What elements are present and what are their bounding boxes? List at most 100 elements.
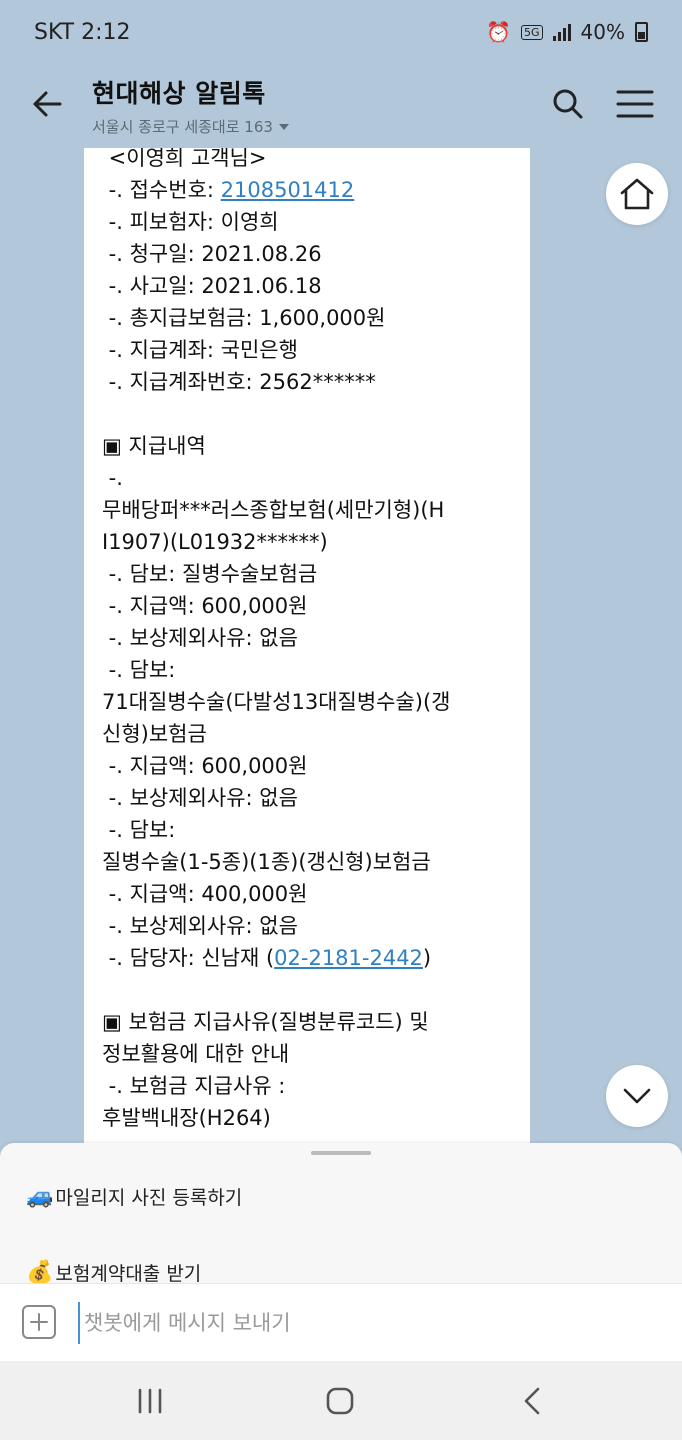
message-line: -. 접수번호: 2108501412 [102,174,520,206]
message-text: -. [102,466,123,490]
chat-header: 현대해상 알림톡 서울시 종로구 세종대로 163 [0,64,682,148]
message-line: -. 총지급보험금: 1,600,000원 [102,302,520,334]
home-button[interactable] [606,163,668,225]
system-nav-bar [0,1361,682,1440]
message-line: -. 피보험자: 이영희 [102,206,520,238]
status-icons: ⏰ 5G 40% [486,20,648,44]
battery-icon [635,22,648,42]
message-line: -. 지급액: 400,000원 [102,878,520,910]
alarm-icon: ⏰ [486,20,512,44]
message-text: <이영희 고객님> [102,148,267,170]
message-line: 질병수술(1-5종)(1종)(갱신형)보험금 [102,846,520,878]
back-button[interactable] [28,84,68,124]
message-line: 후발백내장(H264) [102,1102,520,1134]
drag-handle[interactable] [311,1151,371,1155]
carrier-time: SKT 2:12 [34,19,131,45]
message-line: -. 청구일: 2021.08.26 [102,238,520,270]
message-text: -. 청구일: 2021.08.26 [102,242,322,266]
message-input[interactable] [78,1302,646,1344]
message-text: -. 담보: 질병수술보험금 [102,562,318,586]
message-text: I1907)(L01932******) [102,530,328,554]
message-text: -. 지급액: 600,000원 [102,594,308,618]
message-line: -. 보상제외사유: 없음 [102,910,520,942]
arrow-left-icon [33,91,62,117]
message-text: -. 총지급보험금: 1,600,000원 [102,306,386,330]
message-line: -. [102,462,520,494]
message-text: -. 지급액: 600,000원 [102,754,308,778]
message-line: 무배당퍼***러스종합보험(세만기형)(H [102,494,520,526]
message-line: -. 보상제외사유: 없음 [102,782,520,814]
title-block: 현대해상 알림톡 서울시 종로구 세종대로 163 [92,74,289,137]
message-line [102,398,520,430]
menu-button[interactable] [615,88,655,120]
message-line: 신형)보험금 [102,718,520,750]
message-link[interactable]: 2108501412 [221,178,355,202]
message-line: -. 지급액: 600,000원 [102,590,520,622]
message-line: -. 지급액: 600,000원 [102,750,520,782]
message-text: ▣ 보험금 지급사유(질병분류코드) 및 [102,1010,429,1034]
message-text: -. 지급계좌번호: 2562****** [102,370,376,394]
message-text: -. 보상제외사유: 없음 [102,914,298,938]
message-text: 정보활용에 대한 안내 [102,1042,290,1066]
quick-item-policy-loan[interactable]: 💰 보험계약대출 받기 [26,1259,201,1283]
chat-title: 현대해상 알림톡 [92,79,266,108]
message-text: -. 접수번호: [102,178,221,202]
home-nav-button[interactable] [320,1383,360,1419]
address-text: 서울시 종로구 세종대로 163 [92,118,273,136]
money-bag-icon: 💰 [26,1260,54,1283]
message-line: -. 담당자: 신남재 (02-2181-2442) [102,942,520,974]
message-line: -. 보험금 지급사유 : [102,1070,520,1102]
message-link[interactable]: 02-2181-2442 [274,946,423,970]
message-line: 정보활용에 대한 안내 [102,1038,520,1070]
back-nav-button[interactable] [512,1383,552,1419]
signal-icon [552,23,571,41]
battery-percent: 40% [580,20,625,44]
message-line: -. 지급계좌번호: 2562****** [102,366,520,398]
chat-subtitle[interactable]: 서울시 종로구 세종대로 163 [92,116,289,137]
quick-item-label: 보험계약대출 받기 [55,1263,202,1283]
message-line: -. 지급계좌: 국민은행 [102,334,520,366]
search-button[interactable] [550,86,586,122]
hamburger-icon [616,90,654,118]
quick-item-mileage-photo[interactable]: 🚙 마일리지 사진 등록하기 [26,1183,242,1210]
message-line: -. 사고일: 2021.06.18 [102,270,520,302]
message-text: -. 보상제외사유: 없음 [102,626,298,650]
recent-apps-button[interactable] [130,1383,170,1419]
message-text: -. 보험금 지급사유 : [102,1074,286,1098]
search-icon [553,89,583,119]
message-line: -. 담보: [102,814,520,846]
message-text: 질병수술(1-5종)(1종)(갱신형)보험금 [102,850,431,874]
message-text: ) [422,946,432,970]
chevron-down-icon [623,1088,651,1104]
message-text: -. 지급액: 400,000원 [102,882,308,906]
message-line: -. 담보: [102,654,520,686]
status-bar: SKT 2:12 ⏰ 5G 40% [0,0,682,64]
message-line [102,974,520,1006]
message-text: -. 지급계좌: 국민은행 [102,338,298,362]
message-text: -. 피보험자: 이영희 [102,210,279,234]
home-icon [620,178,654,210]
attach-button[interactable] [22,1305,56,1339]
message-text: -. 보상제외사유: 없음 [102,786,298,810]
message-text: -. 담보: [102,818,176,842]
message-bubble: <이영희 고객님> -. 접수번호: 2108501412 -. 피보험자: 이… [84,148,530,1144]
message-line: -. 담보: 질병수술보험금 [102,558,520,590]
message-line: ▣ 보험금 지급사유(질병분류코드) 및 [102,1006,520,1038]
message-text: 후발백내장(H264) [102,1106,271,1130]
message-text: 신형)보험금 [102,722,207,746]
message-line: I1907)(L01932******) [102,526,520,558]
scroll-down-button[interactable] [606,1065,668,1127]
home-nav-icon [326,1387,354,1415]
message-line: 71대질병수술(다발성13대질병수술)(갱 [102,686,520,718]
car-icon: 🚙 [26,1184,54,1209]
message-body: <이영희 고객님> -. 접수번호: 2108501412 -. 피보험자: 이… [102,148,520,1134]
message-text: -. 사고일: 2021.06.18 [102,274,322,298]
message-input-bar [0,1283,682,1362]
message-text: ▣ 지급내역 [102,434,206,458]
message-text: -. 담당자: 신남재 ( [102,946,275,970]
dropdown-icon [278,123,289,130]
message-line: <이영희 고객님> [102,148,520,174]
message-line: ▣ 지급내역 [102,430,520,462]
message-line: -. 보상제외사유: 없음 [102,622,520,654]
quick-item-label: 마일리지 사진 등록하기 [55,1187,243,1209]
